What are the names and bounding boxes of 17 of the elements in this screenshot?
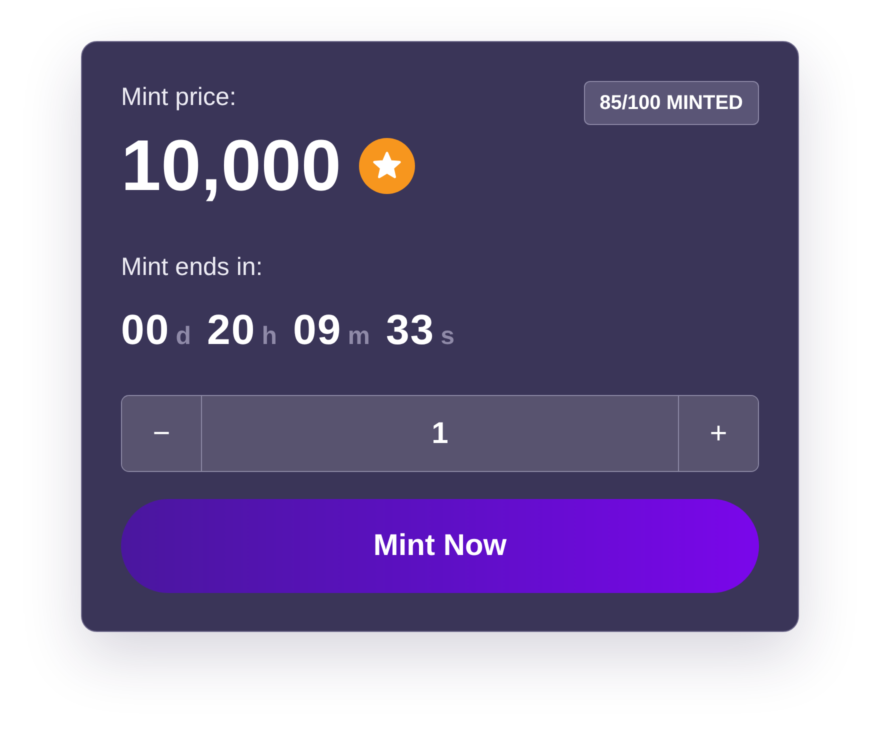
countdown-value: 33 — [386, 308, 435, 352]
decrement-button[interactable]: − — [122, 396, 202, 471]
price-amount: 10,000 — [121, 130, 342, 202]
mint-now-button[interactable]: Mint Now — [121, 499, 759, 593]
star-coin-icon — [359, 138, 416, 194]
countdown-unit: d — [176, 322, 191, 350]
countdown-unit: m — [348, 322, 370, 350]
quantity-field[interactable]: 1 — [202, 396, 678, 471]
increment-button[interactable]: + — [678, 396, 758, 471]
countdown-unit: h — [262, 322, 277, 350]
countdown-value: 09 — [293, 308, 342, 352]
price-label: Mint price: — [121, 82, 238, 113]
countdown-value: 00 — [121, 308, 170, 352]
countdown-unit: s — [440, 322, 455, 350]
countdown-label: Mint ends in: — [121, 252, 264, 283]
countdown-value: 20 — [207, 308, 256, 352]
minted-count-badge: 85/100 MINTED — [584, 81, 759, 125]
